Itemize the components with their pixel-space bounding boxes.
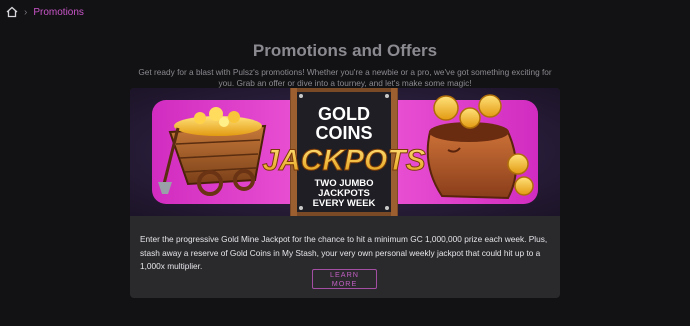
banner-line-gold: GOLD bbox=[318, 104, 370, 124]
banner-line-coins: COINS bbox=[315, 123, 372, 143]
learn-more-button[interactable]: LEARN MORE bbox=[312, 269, 377, 289]
page-title: Promotions and Offers bbox=[252, 41, 438, 61]
promo-banner-image[interactable]: GOLD COINS JACKPOTS TWO JUMBO JACKPOTS E… bbox=[130, 88, 560, 216]
promo-description: Enter the progressive Gold Mine Jackpot … bbox=[140, 234, 548, 272]
breadcrumb: › Promotions bbox=[6, 5, 84, 19]
promo-card: GOLD COINS JACKPOTS TWO JUMBO JACKPOTS E… bbox=[130, 88, 560, 298]
banner-sub-3: EVERY WEEK bbox=[313, 198, 376, 209]
home-icon[interactable] bbox=[6, 6, 18, 18]
banner-headline: JACKPOTS bbox=[262, 144, 425, 177]
chevron-right-icon: › bbox=[24, 6, 28, 18]
breadcrumb-promotions-link[interactable]: Promotions bbox=[33, 7, 84, 18]
page-intro: Get ready for a blast with Pulsz's promo… bbox=[138, 67, 552, 89]
